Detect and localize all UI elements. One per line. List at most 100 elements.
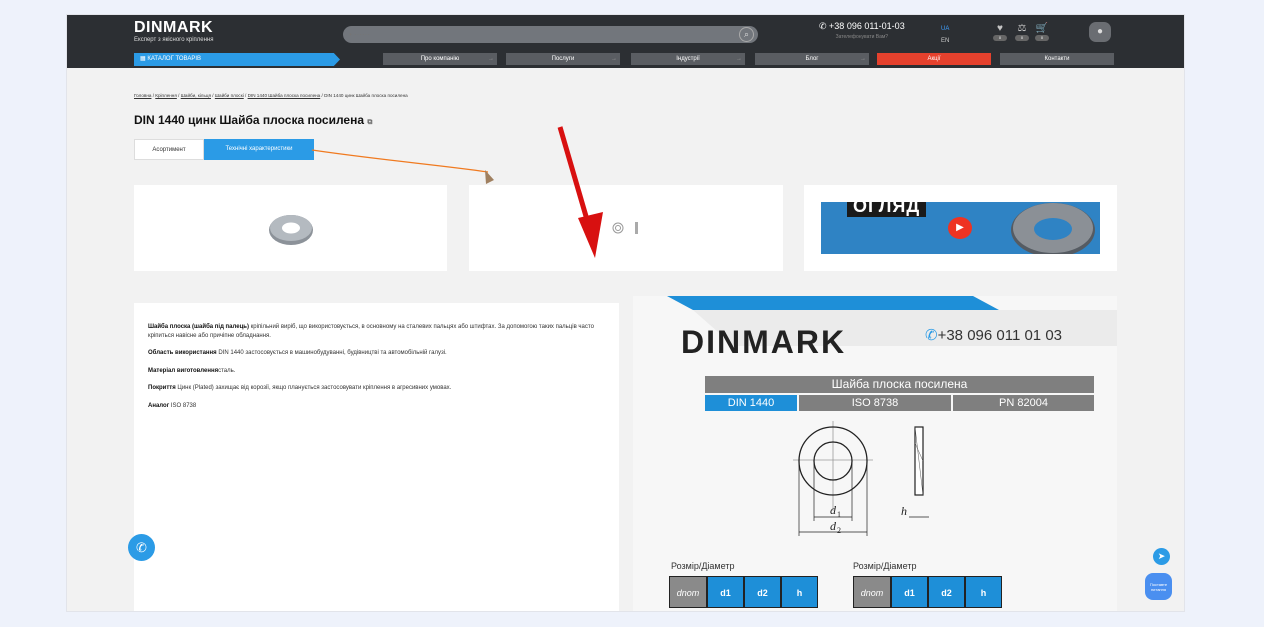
callback-link[interactable]: Зателефонувати Вам? [819, 34, 905, 40]
nav-contacts[interactable]: Контакти [1000, 53, 1114, 65]
chevron-right-icon: → [611, 56, 617, 62]
spec-phone-number: +38 096 011 01 03 [937, 327, 1063, 344]
search-input[interactable] [349, 29, 729, 40]
nav-blog-label: Блог [805, 56, 819, 62]
catalog-grid-icon: ▦ [140, 56, 146, 62]
nav-about-label: Про компанію [420, 56, 460, 62]
dim-d2-sub: 2 [837, 526, 841, 535]
col-d2: d2 [928, 576, 965, 608]
tab-assortment[interactable]: Асортимент [134, 139, 204, 160]
logo-tagline: Експерт з якісного кріплення [134, 37, 214, 43]
catalog-button[interactable]: ▦ КАТАЛОГ ТОВАРІВ [134, 53, 340, 66]
user-icon[interactable]: ● [1089, 22, 1111, 42]
tab-technical-specs[interactable]: Технічні характеристики [204, 139, 314, 160]
description-paragraph: Область використання DIN 1440 застосовує… [148, 349, 605, 358]
phone-block: ✆ +38 096 011-01-03 Зателефонувати Вам? [819, 21, 905, 40]
spec-standard-din: DIN 1440 [705, 395, 797, 411]
dim-d1-sub: 1 [837, 510, 841, 519]
lang-ua[interactable]: UA [941, 23, 949, 35]
breadcrumb-washers[interactable]: Шайби, кільця [181, 93, 211, 98]
lang-en[interactable]: EN [941, 35, 949, 47]
chevron-right-icon: → [736, 56, 742, 62]
product-image-card[interactable] [134, 185, 447, 271]
col-dnom: dnom [669, 576, 707, 608]
breadcrumb-fasteners[interactable]: Кріплення [155, 93, 177, 98]
header-phone[interactable]: ✆ +38 096 011-01-03 [819, 21, 905, 32]
copy-icon[interactable]: ⧉ [367, 119, 372, 126]
description-term: Шайба плоска (шайба під палець) [148, 324, 249, 330]
description-paragraph: Шайба плоска (шайба під палець) кріпільн… [148, 323, 605, 340]
washer-photo [1011, 203, 1095, 254]
logo-text: DINMARK [134, 19, 214, 36]
description-text: Цинк (Plated) захищає від корозії, якщо … [175, 385, 452, 391]
compare-count: 0 [1015, 35, 1029, 41]
language-switcher: UA EN [941, 23, 949, 47]
spec-standard-iso: ISO 8738 [799, 395, 951, 411]
col-h: h [965, 576, 1002, 608]
page-title-text: DIN 1440 цинк Шайба плоска посилена [134, 113, 365, 127]
col-d1: d1 [707, 576, 744, 608]
col-d1: d1 [891, 576, 928, 608]
site-logo[interactable]: DINMARK Експерт з якісного кріплення [134, 19, 214, 43]
description-paragraph: Матеріал виготовленнясталь. [148, 367, 605, 376]
breadcrumb: Головна / Кріплення / Шайби, кільця / Ша… [134, 93, 408, 98]
nav-industries-label: Індустрії [676, 56, 700, 62]
breadcrumb-home[interactable]: Головна [134, 93, 151, 98]
breadcrumb-current: DIN 1440 цинк Шайба плоска посилена [324, 93, 408, 98]
page-title: DIN 1440 цинк Шайба плоска посилена ⧉ [134, 113, 372, 127]
browser-viewport: DINMARK Експерт з якісного кріплення ⌕ ✆… [66, 14, 1185, 612]
col-h: h [781, 576, 818, 608]
search-bar: ⌕ [343, 26, 758, 43]
size-table-header: dnom d1 d2 h [853, 576, 1002, 608]
description-text: ISO 8738 [169, 402, 197, 409]
nav-industries[interactable]: Індустрії → [631, 53, 745, 65]
call-widget-button[interactable]: ✆ [128, 534, 155, 561]
search-icon[interactable]: ⌕ [739, 27, 754, 42]
dim-d2-label: d [830, 519, 837, 533]
spec-phone: ✆+38 096 011 01 03 [925, 326, 1062, 344]
breadcrumb-flat-washers[interactable]: Шайби плоскі [215, 93, 244, 98]
favorites-icon[interactable]: ♥ 0 [989, 23, 1011, 41]
nav-promo-label: Акції [927, 56, 941, 62]
compare-icon[interactable]: ⚖ 0 [1011, 23, 1033, 41]
size-table-header: dnom d1 d2 h [669, 576, 818, 608]
description-paragraph: Аналог ISO 8738 [148, 402, 605, 411]
nav-contacts-label: Контакти [1044, 56, 1070, 62]
chevron-right-icon: → [488, 56, 494, 62]
table-label: Розмір/Діаметр [853, 561, 917, 571]
video-thumbnail[interactable]: ОГЛЯД ▶ [821, 202, 1100, 254]
favorites-count: 0 [993, 35, 1007, 41]
description-text: DIN 1440 застосовується в машинобудуванн… [216, 350, 447, 356]
product-description: Шайба плоска (шайба під палець) кріпільн… [134, 303, 619, 611]
col-dnom: dnom [853, 576, 891, 608]
description-term: Аналог [148, 402, 170, 409]
description-paragraph: Покриття Цинк (Plated) захищає від короз… [148, 384, 605, 393]
ask-question-button[interactable]: Поставте питання [1145, 573, 1172, 600]
dim-h-label: h [901, 504, 907, 518]
nav-blog[interactable]: Блог → [755, 53, 869, 65]
spec-sheet: DINMARK ✆+38 096 011 01 03 Шайба плоска … [633, 296, 1117, 611]
product-drawing-card[interactable] [469, 185, 783, 271]
cart-icon[interactable]: 🛒 0 [1031, 23, 1053, 41]
description-text: сталь. [218, 367, 236, 374]
catalog-label: КАТАЛОГ ТОВАРІВ [147, 56, 202, 62]
washer-technical-drawing: d 1 d 2 h [793, 421, 929, 536]
description-term: Матеріал виготовлення [148, 367, 219, 374]
nav-about[interactable]: Про компанію → [383, 53, 497, 65]
nav-promo[interactable]: Акції [877, 53, 991, 65]
phone-icon: ✆ [925, 327, 938, 344]
description-term: Покриття [148, 385, 176, 391]
header-phone-number: +38 096 011-01-03 [829, 21, 905, 31]
site-header: DINMARK Експерт з якісного кріплення ⌕ ✆… [67, 15, 1184, 68]
description-term: Область використання [148, 350, 217, 356]
breadcrumb-din1440[interactable]: DIN 1440 Шайба плоска посилена [248, 93, 321, 98]
nav-services[interactable]: Послуги → [506, 53, 620, 65]
spec-product-name: Шайба плоска посилена [705, 376, 1094, 393]
cart-count: 0 [1035, 35, 1049, 41]
nav-services-label: Послуги [551, 56, 575, 62]
chevron-right-icon: → [860, 56, 866, 62]
table-label: Розмір/Діаметр [671, 561, 735, 571]
telegram-icon[interactable]: ➤ [1153, 548, 1170, 565]
video-card[interactable]: ОГЛЯД ▶ [804, 185, 1117, 271]
washer-photo [269, 215, 313, 245]
